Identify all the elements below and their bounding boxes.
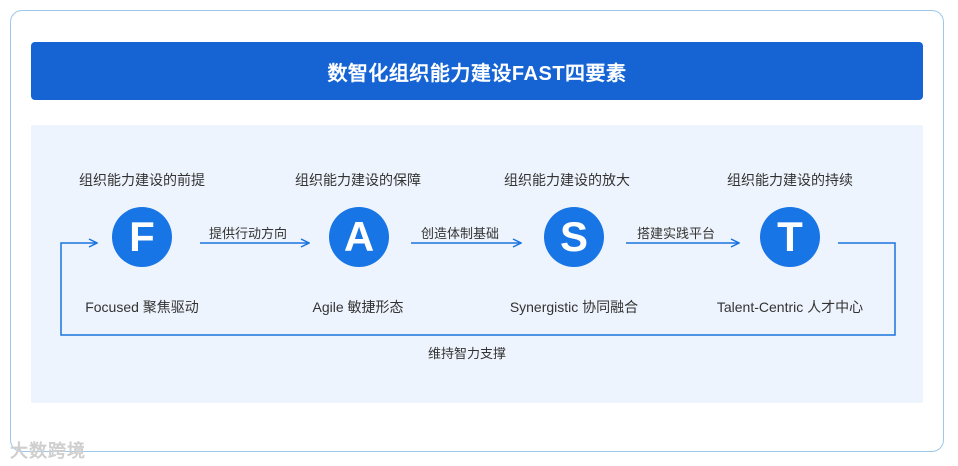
circle-s: S: [544, 207, 604, 267]
arrow-label-s-t: 搭建实践平台: [636, 226, 715, 241]
circle-a: A: [329, 207, 389, 267]
bottom-label-s: Synergistic 协同融合: [509, 299, 639, 315]
bottom-label-a: Agile 敏捷形态: [312, 299, 404, 315]
circle-t: T: [760, 207, 820, 267]
top-label-s: 组织能力建设的放大: [504, 172, 630, 188]
top-label-a: 组织能力建设的保障: [295, 172, 421, 188]
arrow-label-a-s: 创造体制基础: [420, 226, 499, 241]
top-label-f: 组织能力建设的前提: [79, 172, 205, 188]
loop-label: 维持智力支撑: [427, 346, 506, 361]
bottom-label-f: Focused 聚焦驱动: [85, 299, 199, 315]
bottom-label-t: Talent-Centric 人才中心: [716, 299, 864, 315]
arrow-label-f-a: 提供行动方向: [208, 226, 287, 241]
top-label-t: 组织能力建设的持续: [727, 172, 853, 188]
circle-f: F: [112, 207, 172, 267]
watermark: 大数跨境: [10, 441, 86, 461]
